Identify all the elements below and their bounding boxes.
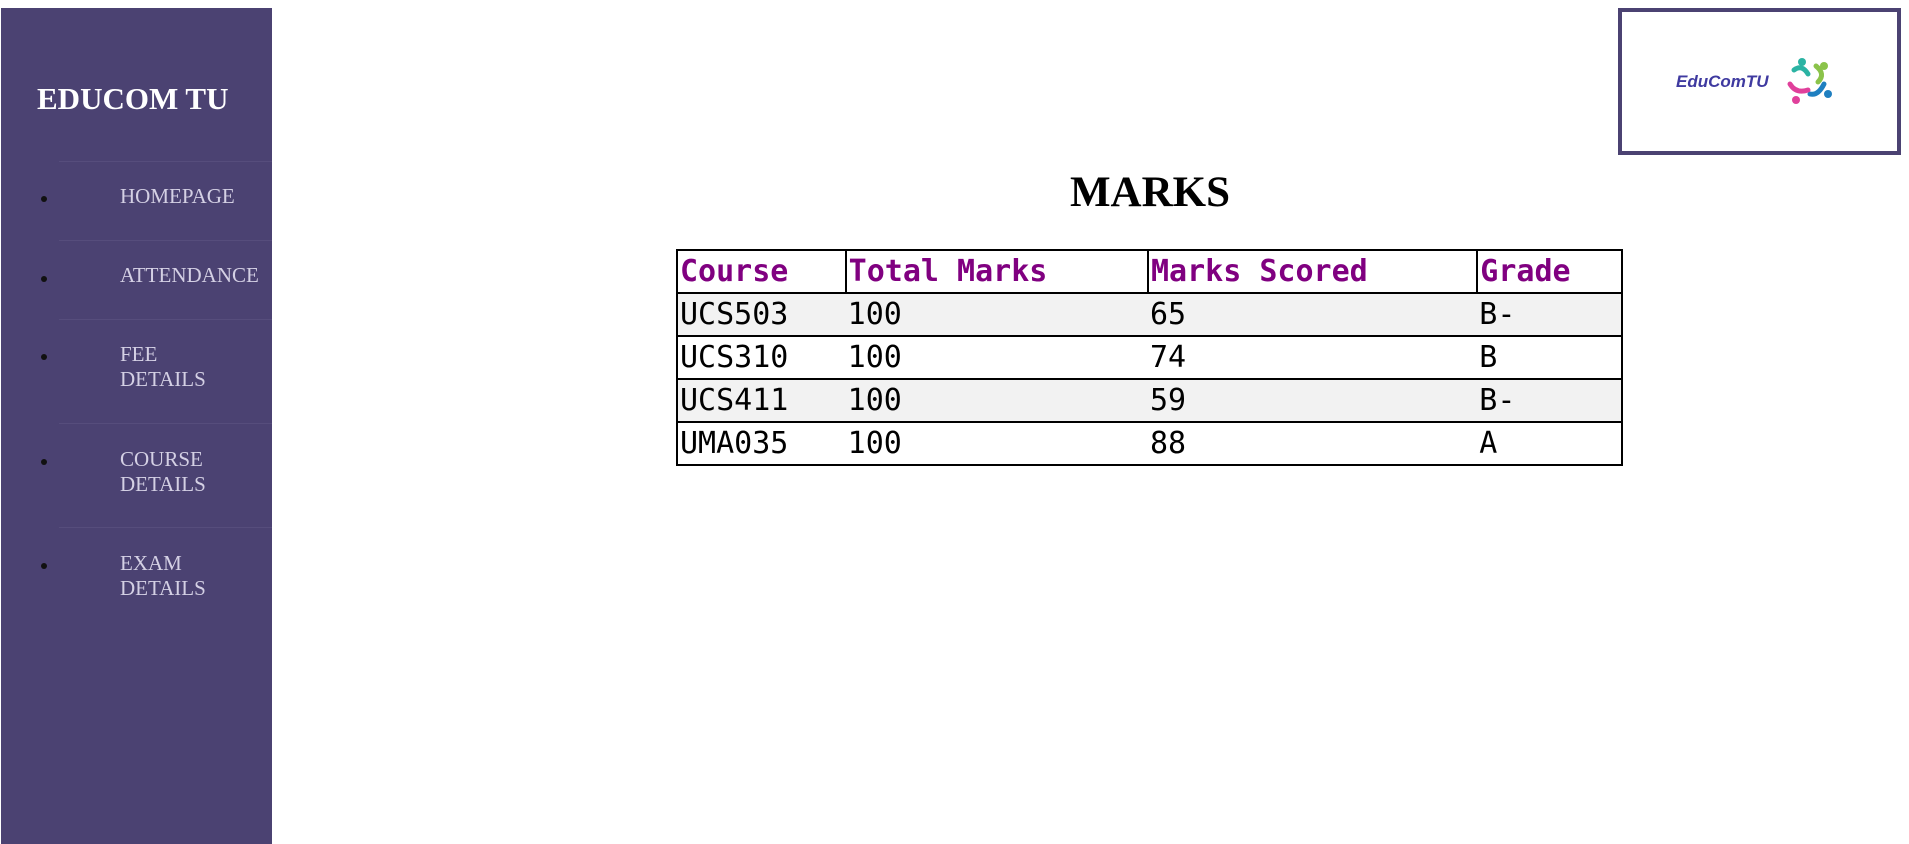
sidebar-item-attendance[interactable]: ATTENDANCE (41, 240, 272, 319)
sidebar-item-label[interactable]: HOMEPAGE (120, 184, 270, 209)
table-cell: 65 (1148, 292, 1478, 337)
sidebar: EDUCOM TU HOMEPAGE ATTENDANCE FEE DETAIL… (1, 8, 272, 844)
table-cell: UCS503 (676, 292, 846, 337)
table-cell: B- (1477, 292, 1623, 337)
column-header: Marks Scored (1146, 249, 1479, 294)
table-cell: A (1477, 421, 1623, 466)
table-cell: UMA035 (676, 421, 846, 466)
sidebar-item-fee-details[interactable]: FEE DETAILS (41, 319, 272, 423)
table-header-row: Course Total Marks Marks Scored Grade (676, 249, 1623, 294)
bullet-icon (41, 563, 47, 569)
table-cell: UCS310 (676, 335, 846, 380)
table-row: UCS503 100 65 B- (676, 292, 1623, 337)
sidebar-item-homepage[interactable]: HOMEPAGE (41, 161, 272, 240)
logo: EduComTU (1618, 8, 1901, 155)
brand-title: EDUCOM TU (37, 81, 229, 116)
column-header: Grade (1476, 249, 1623, 294)
table-cell: B- (1477, 378, 1623, 423)
sidebar-item-course-details[interactable]: COURSE DETAILS (41, 423, 272, 527)
table-row: UCS411 100 59 B- (676, 378, 1623, 423)
sidebar-item-label[interactable]: COURSE DETAILS (120, 447, 220, 497)
logo-text: EduComTU (1676, 72, 1769, 91)
table-cell: UCS411 (676, 378, 846, 423)
table-cell: 74 (1148, 335, 1478, 380)
table-cell: 100 (845, 378, 1148, 423)
page-title: MARKS (1069, 169, 1231, 216)
sidebar-item-label[interactable]: EXAM DETAILS (120, 551, 210, 601)
people-circle-icon (1787, 58, 1832, 104)
table-cell: 59 (1148, 378, 1478, 423)
column-header: Total Marks (844, 249, 1150, 294)
table-cell: 88 (1148, 421, 1478, 466)
bullet-icon (41, 354, 47, 360)
sidebar-nav: HOMEPAGE ATTENDANCE FEE DETAILS COURSE D… (1, 161, 272, 631)
table-cell: 100 (845, 421, 1148, 466)
table-cell: 100 (845, 292, 1148, 337)
sidebar-item-label[interactable]: ATTENDANCE (120, 263, 270, 288)
sidebar-item-exam-details[interactable]: EXAM DETAILS (41, 527, 272, 631)
bullet-icon (41, 459, 47, 465)
bullet-icon (41, 196, 47, 202)
table-cell: B (1477, 335, 1623, 380)
table-cell: 100 (845, 335, 1148, 380)
sidebar-item-label[interactable]: FEE DETAILS (120, 342, 206, 392)
column-header: Course (676, 249, 847, 294)
bullet-icon (41, 276, 47, 282)
table-row: UCS310 100 74 B (676, 335, 1623, 380)
marks-table: Course Total Marks Marks Scored Grade UC… (676, 249, 1623, 466)
table-row: UMA035 100 88 A (676, 421, 1623, 466)
